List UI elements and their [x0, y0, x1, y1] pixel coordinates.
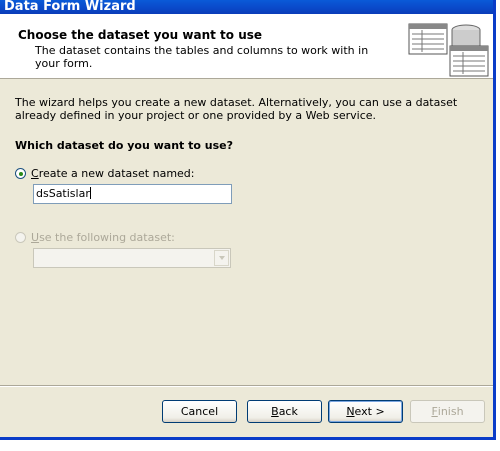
dataset-tables-icon — [408, 23, 489, 77]
text-caret — [89, 187, 91, 199]
dropdown-button[interactable] — [214, 250, 229, 266]
wizard-header: Choose the dataset you want to use The d… — [0, 14, 493, 79]
dataset-name-input[interactable]: dsSatislar — [33, 184, 232, 204]
radio-existing-dataset[interactable]: Use the following dataset: — [15, 231, 175, 244]
back-button[interactable]: Back — [247, 400, 322, 423]
radio-new-dataset[interactable]: Create a new dataset named: — [15, 167, 195, 180]
cancel-button[interactable]: Cancel — [162, 400, 237, 423]
page-title: Choose the dataset you want to use — [18, 28, 263, 42]
dataset-name-value: dsSatislar — [36, 187, 90, 200]
radio-label-new[interactable]: Create a new dataset named: — [31, 167, 195, 180]
existing-dataset-dropdown[interactable] — [33, 248, 231, 268]
chevron-down-icon — [218, 256, 225, 260]
title-bar[interactable]: Data Form Wizard — [0, 0, 493, 14]
wizard-window: Data Form Wizard Choose the dataset you … — [0, 0, 496, 440]
intro-text: The wizard helps you create a new datase… — [15, 96, 458, 122]
next-button[interactable]: Next > — [328, 400, 403, 423]
page-subtitle: The dataset contains the tables and colu… — [35, 44, 369, 70]
radio-label-existing: Use the following dataset: — [31, 231, 175, 244]
footer-divider — [0, 385, 493, 387]
radio-button-existing[interactable] — [15, 232, 26, 243]
radio-button-new[interactable] — [15, 168, 26, 179]
finish-button[interactable]: Finish — [410, 400, 485, 423]
question-heading: Which dataset do you want to use? — [15, 139, 234, 152]
